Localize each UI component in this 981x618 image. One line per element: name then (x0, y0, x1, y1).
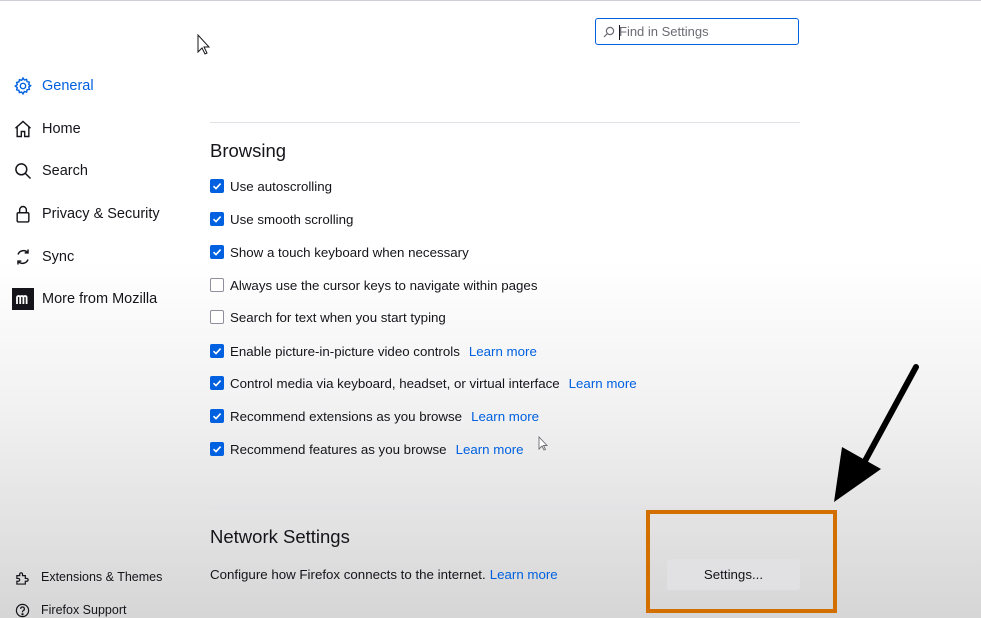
option-label: Use autoscrolling (230, 178, 332, 194)
option-label: Always use the cursor keys to navigate w… (230, 277, 538, 293)
option-label: Recommend extensions as you browse (230, 408, 463, 424)
learn-more-link[interactable]: Learn more (456, 442, 524, 457)
home-icon (12, 118, 34, 140)
checkbox-unchecked[interactable] (210, 278, 224, 292)
option-recommend-features[interactable]: Recommend features as you browse Learn m… (210, 440, 524, 458)
network-description: Configure how Firefox connects to the in… (210, 567, 558, 582)
sidebar-item-search[interactable]: Search (12, 159, 88, 183)
option-label: Use smooth scrolling (230, 211, 354, 227)
sidebar-item-sync[interactable]: Sync (12, 245, 74, 269)
sidebar-item-privacy[interactable]: Privacy & Security (12, 202, 160, 226)
sidebar-item-label: General (42, 78, 94, 94)
mouse-pointer-icon (197, 33, 211, 55)
sync-icon (12, 246, 34, 268)
text-caret (619, 25, 620, 40)
option-search-text-typing[interactable]: Search for text when you start typing (210, 308, 446, 326)
window-top-border (0, 0, 981, 1)
checkbox-checked[interactable] (210, 212, 224, 226)
sidebar-item-label: Sync (42, 249, 75, 265)
sidebar-item-more-from-mozilla[interactable]: More from Mozilla (12, 287, 157, 311)
checkbox-checked[interactable] (210, 442, 224, 456)
section-divider (210, 508, 800, 509)
firefox-support-link[interactable]: Firefox Support (14, 601, 126, 618)
checkbox-checked[interactable] (210, 179, 224, 193)
checkmark-icon (212, 380, 222, 387)
option-picture-in-picture[interactable]: Enable picture-in-picture video controls… (210, 342, 537, 360)
option-label: Control media via keyboard, headset, or … (230, 375, 560, 391)
checkbox-checked[interactable] (210, 409, 224, 423)
section-divider (210, 122, 800, 123)
learn-more-link[interactable]: Learn more (471, 409, 539, 424)
sidebar-item-label: More from Mozilla (42, 291, 158, 307)
option-cursor-keys[interactable]: Always use the cursor keys to navigate w… (210, 276, 537, 294)
sidebar-item-label: Privacy & Security (42, 206, 160, 222)
scrolled-off-text (210, 63, 630, 73)
lock-icon (12, 203, 34, 225)
option-touch-keyboard[interactable]: Show a touch keyboard when necessary (210, 243, 469, 261)
settings-search-box[interactable] (595, 18, 799, 45)
help-icon (14, 602, 30, 618)
learn-more-link[interactable]: Learn more (469, 344, 537, 359)
footer-item-label: Firefox Support (41, 603, 127, 617)
sidebar-item-label: Search (42, 163, 88, 179)
checkbox-checked[interactable] (210, 376, 224, 390)
option-label: Search for text when you start typing (230, 309, 446, 325)
checkbox-unchecked[interactable] (210, 310, 224, 324)
learn-more-link[interactable]: Learn more (490, 567, 558, 582)
checkmark-icon (212, 249, 222, 256)
option-smooth-scrolling[interactable]: Use smooth scrolling (210, 210, 353, 228)
highlight-box (646, 510, 837, 613)
gear-icon (12, 75, 34, 97)
checkmark-icon (212, 348, 222, 355)
option-label: Enable picture-in-picture video controls (230, 343, 460, 359)
checkmark-icon (212, 413, 222, 420)
search-icon (12, 160, 34, 182)
sidebar-item-label: Home (42, 121, 81, 137)
search-input[interactable] (619, 24, 789, 39)
annotation-arrow (834, 364, 919, 502)
checkmark-icon (212, 446, 222, 453)
option-control-media[interactable]: Control media via keyboard, headset, or … (210, 374, 637, 392)
footer-item-label: Extensions & Themes (41, 570, 163, 584)
sidebar-item-general[interactable]: General (12, 74, 94, 98)
option-label: Show a touch keyboard when necessary (230, 244, 469, 260)
checkmark-icon (212, 183, 222, 190)
option-label: Recommend features as you browse (230, 441, 447, 457)
browsing-heading: Browsing (210, 140, 287, 161)
checkmark-icon (212, 216, 222, 223)
option-recommend-extensions[interactable]: Recommend extensions as you browse Learn… (210, 407, 539, 425)
checkbox-checked[interactable] (210, 344, 224, 358)
search-icon (603, 26, 615, 38)
extensions-themes-link[interactable]: Extensions & Themes (14, 568, 162, 586)
network-settings-heading: Network Settings (210, 526, 350, 547)
option-autoscrolling[interactable]: Use autoscrolling (210, 177, 332, 195)
sidebar-item-home[interactable]: Home (12, 117, 81, 141)
network-description-text: Configure how Firefox connects to the in… (210, 567, 486, 582)
checkbox-checked[interactable] (210, 245, 224, 259)
mouse-pointer-icon (538, 435, 549, 451)
mozilla-icon (12, 288, 34, 310)
learn-more-link[interactable]: Learn more (569, 376, 637, 391)
puzzle-icon (14, 569, 30, 585)
